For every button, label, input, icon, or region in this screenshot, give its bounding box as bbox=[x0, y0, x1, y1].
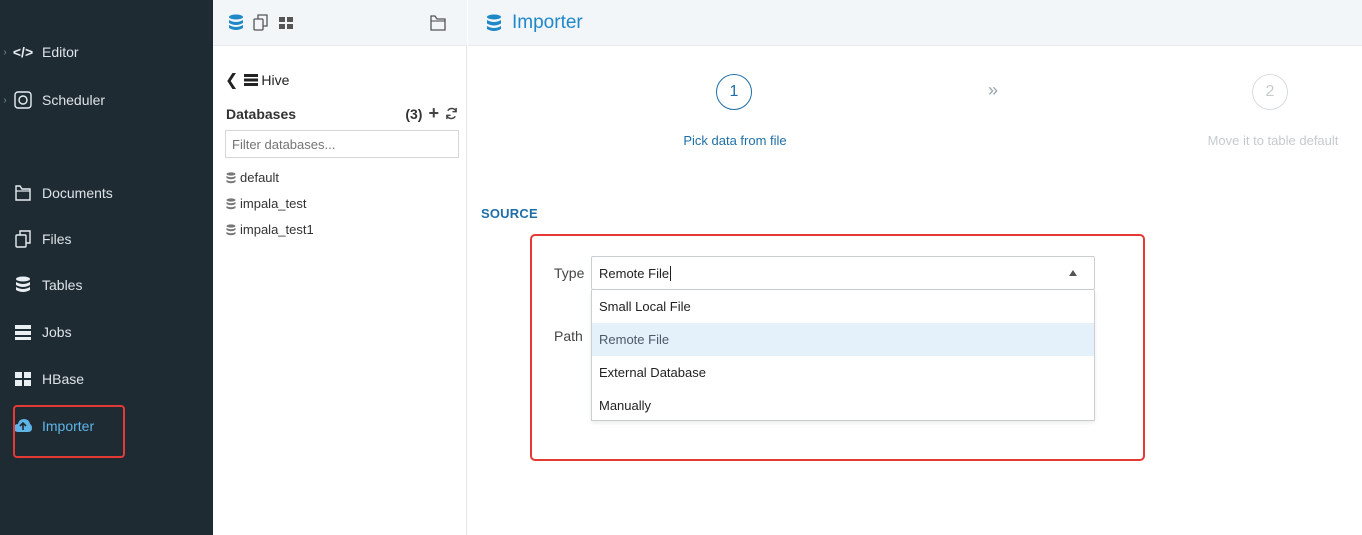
assist-panel: ❮ Hive Databases (3) + default impala_te… bbox=[213, 0, 467, 535]
code-icon: </> bbox=[12, 44, 34, 60]
databases-header: Databases (3) + bbox=[226, 103, 458, 124]
sidebar-item-label: Jobs bbox=[42, 324, 72, 340]
database-icon bbox=[226, 197, 236, 210]
hive-icon bbox=[244, 74, 259, 86]
sidebar-item-label: HBase bbox=[42, 371, 85, 387]
chevron-left-icon: ❮ bbox=[225, 72, 239, 89]
sidebar-item-editor[interactable]: › </> Editor bbox=[0, 38, 79, 66]
database-name: impala_test1 bbox=[240, 222, 314, 237]
database-name: default bbox=[240, 170, 280, 185]
source-heading: SOURCE bbox=[481, 206, 538, 221]
sidebar-item-documents[interactable]: Documents bbox=[0, 179, 113, 207]
type-option-external-database[interactable]: External Database bbox=[592, 356, 1094, 389]
main-content: Importer 1 Pick data from file » 2 Move … bbox=[468, 0, 1362, 535]
database-item[interactable]: impala_test1 bbox=[226, 222, 314, 237]
chevron-right-icon: › bbox=[3, 94, 7, 106]
databases-title: Databases bbox=[226, 105, 297, 122]
filter-databases-input[interactable] bbox=[225, 130, 459, 158]
sidebar-item-label: Editor bbox=[42, 44, 79, 60]
type-label: Type bbox=[554, 265, 585, 281]
back-to-sources[interactable]: ❮ Hive bbox=[225, 70, 289, 90]
database-icon bbox=[226, 223, 236, 236]
sidebar-item-jobs[interactable]: Jobs bbox=[0, 318, 72, 346]
type-dropdown: Small Local File Remote File External Da… bbox=[591, 290, 1095, 421]
database-item[interactable]: impala_test bbox=[226, 196, 306, 211]
type-select-value: Remote File bbox=[599, 265, 672, 281]
main-header: Importer bbox=[468, 0, 1362, 46]
database-icon bbox=[486, 14, 502, 33]
step-2-circle[interactable]: 2 bbox=[1252, 74, 1288, 110]
sidebar-item-scheduler[interactable]: › Scheduler bbox=[0, 86, 105, 114]
grid-icon bbox=[10, 369, 36, 389]
add-icon[interactable]: + bbox=[428, 103, 439, 124]
database-name: impala_test bbox=[240, 196, 307, 211]
page-title-text: Importer bbox=[512, 12, 583, 33]
step-separator-icon: » bbox=[988, 80, 999, 100]
scheduler-icon bbox=[10, 90, 36, 110]
highlight-box bbox=[13, 405, 125, 458]
jobs-icon bbox=[10, 322, 36, 342]
left-sidebar: › </> Editor › Scheduler Documents Files… bbox=[0, 0, 213, 535]
type-select[interactable]: Remote File bbox=[591, 256, 1095, 290]
databases-count: (3) bbox=[405, 105, 423, 122]
type-option-manually[interactable]: Manually bbox=[592, 389, 1094, 422]
assist-toolbar bbox=[213, 0, 467, 46]
database-item[interactable]: default bbox=[226, 170, 279, 185]
database-icon bbox=[226, 171, 236, 184]
sidebar-item-label: Scheduler bbox=[42, 92, 106, 108]
type-option-small-local-file[interactable]: Small Local File bbox=[592, 290, 1094, 323]
chevron-up-icon bbox=[1069, 270, 1077, 276]
step-1-label[interactable]: Pick data from file bbox=[670, 133, 800, 148]
sidebar-item-label: Documents bbox=[42, 185, 113, 201]
files-icon[interactable] bbox=[251, 13, 271, 33]
database-icon bbox=[10, 275, 36, 295]
source-label: Hive bbox=[261, 72, 290, 88]
sidebar-item-label: Files bbox=[42, 231, 72, 247]
files-icon bbox=[10, 229, 36, 249]
step-1-circle[interactable]: 1 bbox=[716, 74, 752, 110]
sidebar-item-hbase[interactable]: HBase bbox=[0, 365, 84, 393]
sidebar-item-tables[interactable]: Tables bbox=[0, 271, 82, 299]
database-icon[interactable] bbox=[226, 13, 246, 33]
sidebar-item-label: Tables bbox=[42, 277, 83, 293]
path-label: Path bbox=[554, 328, 583, 344]
step-2-label[interactable]: Move it to table default bbox=[1198, 133, 1348, 148]
chevron-right-icon: › bbox=[3, 46, 7, 58]
page-title: Importer bbox=[486, 12, 583, 34]
sidebar-item-files[interactable]: Files bbox=[0, 225, 72, 253]
documents-icon bbox=[10, 183, 36, 203]
type-option-remote-file[interactable]: Remote File bbox=[592, 323, 1094, 356]
grid-icon[interactable] bbox=[276, 13, 296, 33]
refresh-icon[interactable] bbox=[445, 107, 458, 120]
documents-icon[interactable] bbox=[428, 13, 448, 33]
